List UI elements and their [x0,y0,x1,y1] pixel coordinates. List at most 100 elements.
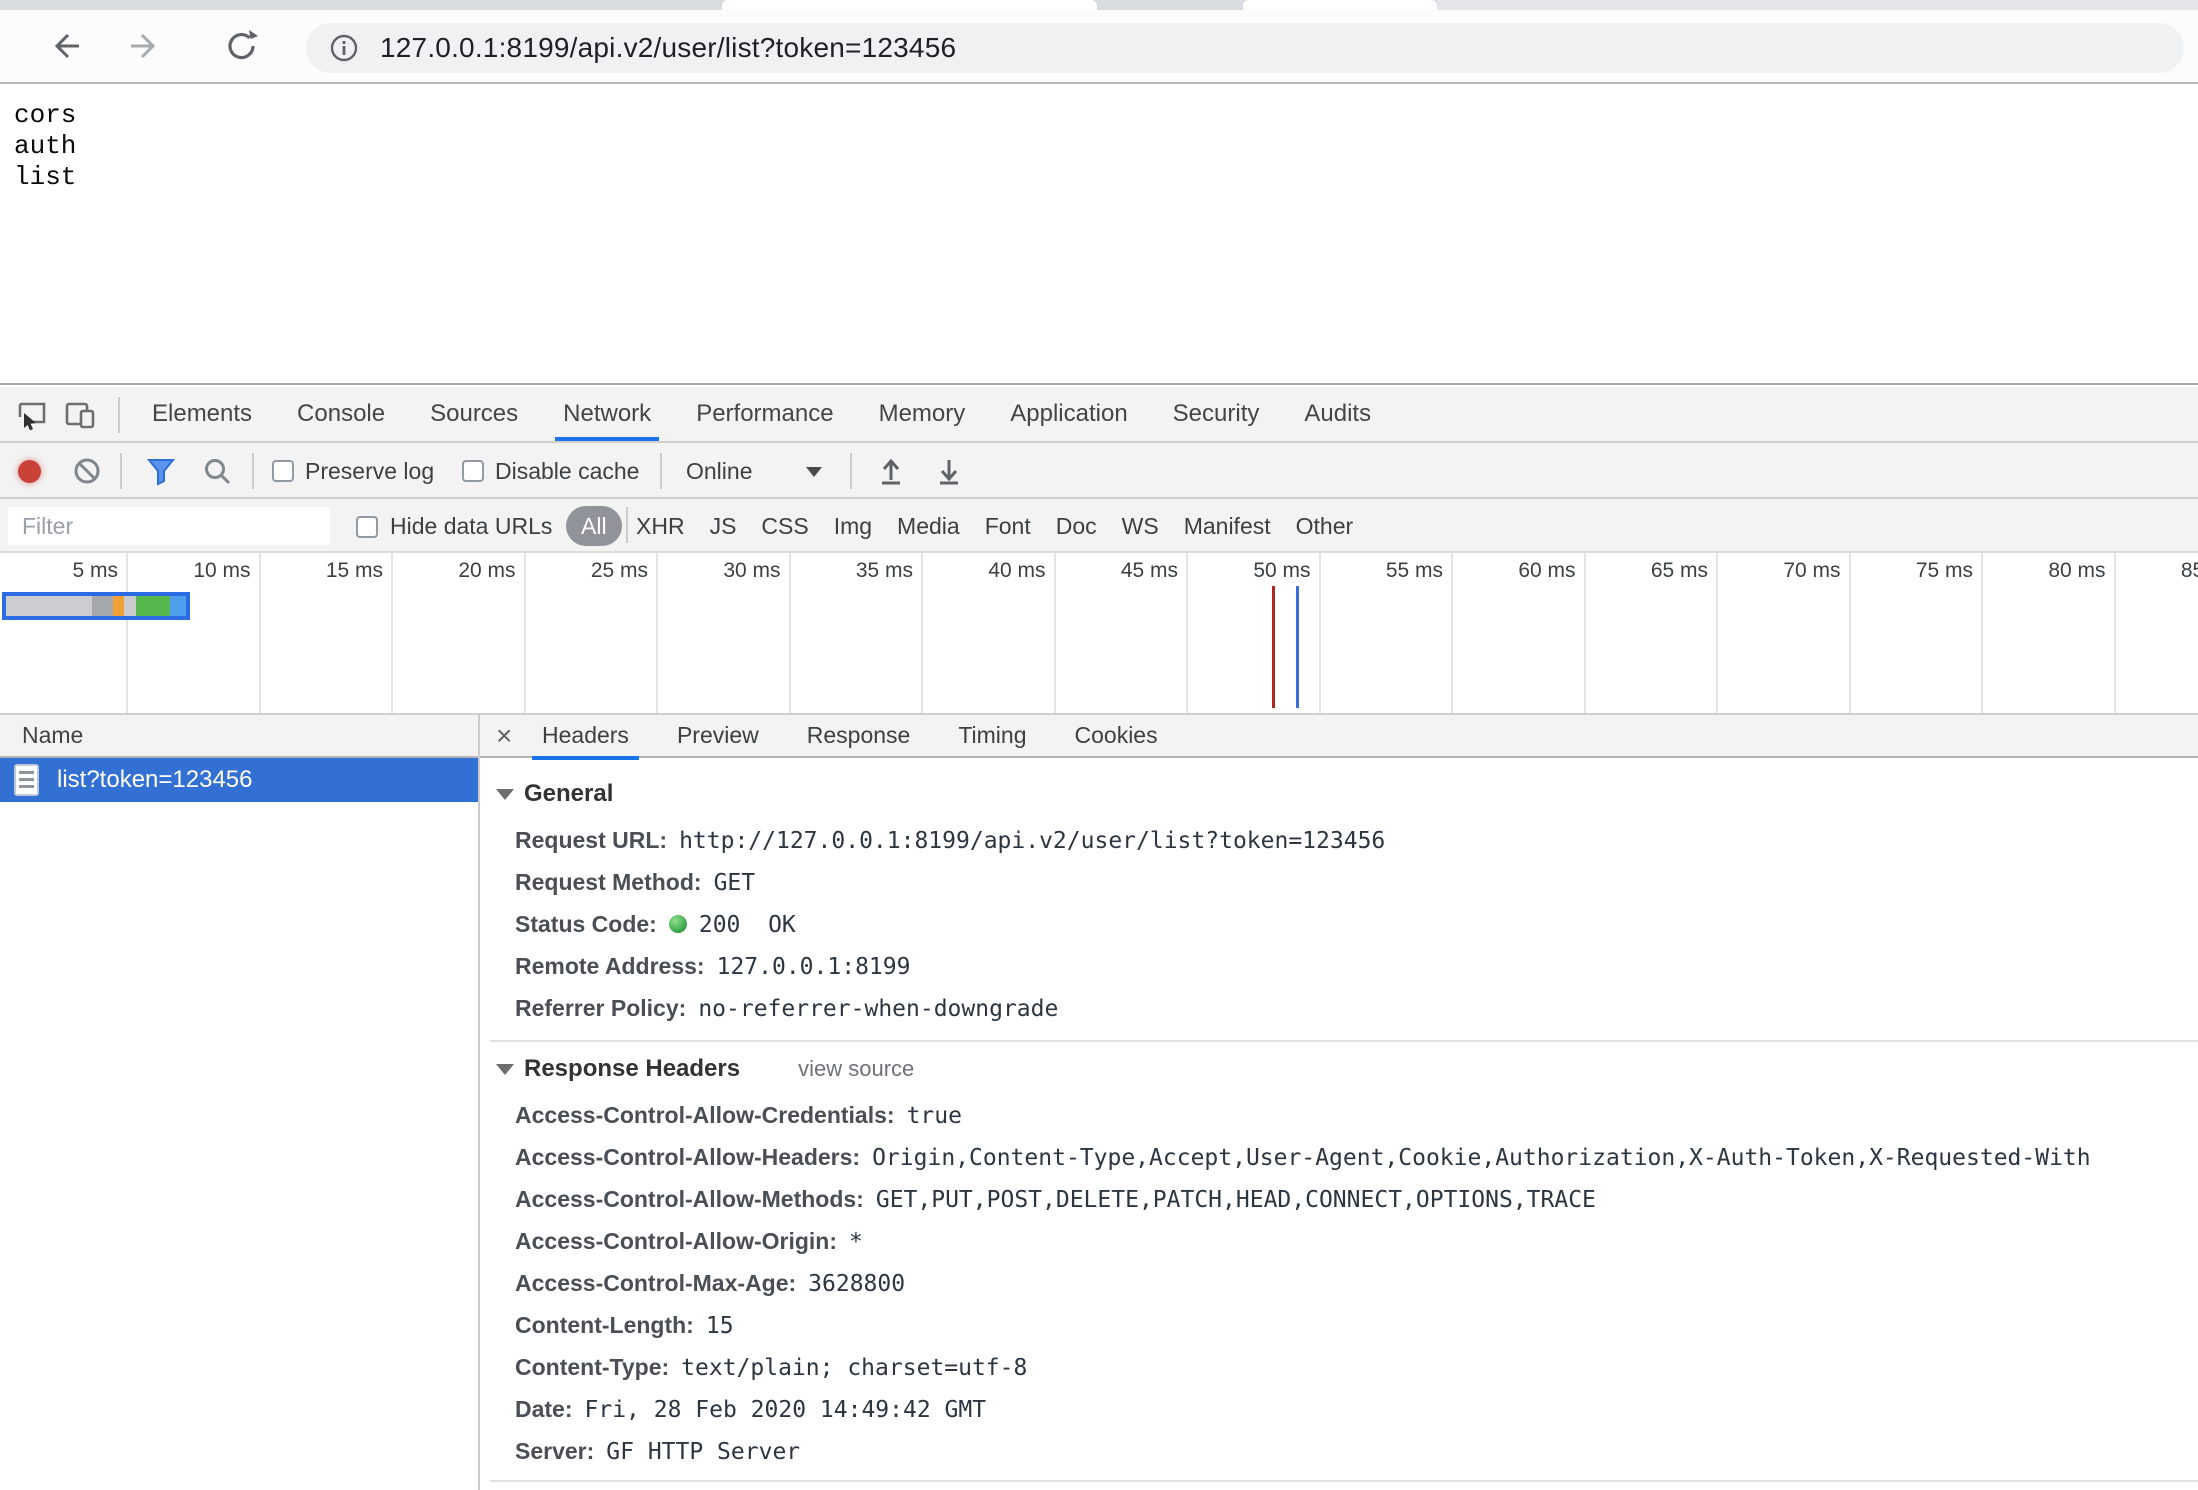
load-line [1296,586,1299,708]
filter-type-css[interactable]: CSS [761,513,808,540]
general-section-header[interactable]: General [496,774,613,814]
header-value: 3628800 [808,1271,905,1297]
disable-cache-label[interactable]: Disable cache [495,443,639,499]
clear-icon[interactable] [72,456,102,486]
tab-performance[interactable]: Performance [696,387,833,441]
chevron-down-icon[interactable] [806,467,822,477]
filter-type-media[interactable]: Media [897,513,960,540]
filter-type-other[interactable]: Other [1296,513,1354,540]
ruler-tick-label: 80 ms [1964,559,2106,583]
header-name: Access-Control-Max-Age: [515,1270,796,1296]
header-name: Server: [515,1438,594,1464]
network-filter-row: Hide data URLs All XHR JS CSS Img Media … [0,499,2198,553]
detail-tab-headers[interactable]: Headers [542,715,629,758]
ruler-tick-label: 50 ms [1169,559,1311,583]
filter-input[interactable] [8,507,330,545]
filter-type-js[interactable]: JS [710,513,737,540]
response-headers-section-title: Response Headers [524,1055,740,1083]
device-toolbar-icon[interactable] [64,399,96,431]
reload-button[interactable] [220,24,264,68]
filter-type-font[interactable]: Font [985,513,1031,540]
filter-type-img[interactable]: Img [834,513,872,540]
tab-sources[interactable]: Sources [430,387,518,441]
header-name: Access-Control-Allow-Origin: [515,1228,837,1254]
record-button[interactable] [18,460,41,483]
tab-memory[interactable]: Memory [879,387,966,441]
response-header-row: Access-Control-Allow-Origin: * [515,1220,863,1262]
active-tab-edge [722,0,1097,10]
header-name: Content-Type: [515,1354,669,1380]
close-details-icon[interactable]: × [496,715,512,756]
back-button[interactable] [42,24,86,68]
throttling-select[interactable]: Online [686,443,752,499]
detail-tab-timing[interactable]: Timing [958,715,1026,758]
search-icon[interactable] [202,456,232,486]
divider [850,453,852,489]
hide-data-urls-label[interactable]: Hide data URLs [390,499,552,553]
response-header-row: Access-Control-Max-Age: 3628800 [515,1262,905,1304]
general-row: Request Method:GET [515,861,755,903]
tab-security[interactable]: Security [1173,387,1260,441]
tab-network[interactable]: Network [563,387,651,441]
preserve-log-checkbox[interactable] [272,460,294,482]
preserve-log-label[interactable]: Preserve log [305,443,434,499]
header-name: Access-Control-Allow-Headers: [515,1144,860,1170]
reload-icon [224,28,260,64]
disable-cache-checkbox[interactable] [462,460,484,482]
waterfall-segment-stalled [92,596,113,616]
tab-audits[interactable]: Audits [1304,387,1371,441]
divider [120,453,122,489]
pane-divider[interactable] [478,713,480,1490]
page-text-line: list [14,162,2198,193]
filter-type-ws[interactable]: WS [1122,513,1159,540]
filter-type-doc[interactable]: Doc [1056,513,1097,540]
filter-type-chips: XHR JS CSS Img Media Font Doc WS Manifes… [636,499,1353,553]
triangle-down-icon [496,1064,514,1075]
filter-type-all[interactable]: All [566,506,622,546]
header-value: * [849,1229,863,1255]
ruler-tick-label: 70 ms [1699,559,1841,583]
ruler-tick-label: 65 ms [1566,559,1708,583]
import-har-icon[interactable] [876,456,906,486]
forward-button[interactable] [124,24,168,68]
triangle-down-icon [496,789,514,800]
filter-type-xhr[interactable]: XHR [636,513,685,540]
detail-tab-preview[interactable]: Preview [677,715,759,758]
general-row: Referrer Policy:no-referrer-when-downgra… [515,987,1058,1029]
hide-data-urls-checkbox[interactable] [356,516,378,538]
page-text-line: auth [14,131,2198,162]
header-value: no-referrer-when-downgrade [698,996,1058,1022]
tab-elements[interactable]: Elements [152,387,252,441]
detail-tab-response[interactable]: Response [807,715,911,758]
view-source-link[interactable]: view source [798,1056,914,1082]
name-column-header[interactable]: Name [22,715,83,756]
tab-application[interactable]: Application [1010,387,1127,441]
devtools-tabs: Elements Console Sources Network Perform… [152,387,1371,441]
export-har-icon[interactable] [934,456,964,486]
divider [252,453,254,489]
browser-tabstrip [0,0,2198,10]
response-header-row: Content-Type:text/plain; charset=utf-8 [515,1346,1027,1388]
header-value: GET,PUT,POST,DELETE,PATCH,HEAD,CONNECT,O… [876,1187,1596,1213]
request-row[interactable]: list?token=123456 [0,758,478,802]
request-grid-header: Name × Headers Preview Response Timing C… [0,713,2198,758]
detail-tab-cookies[interactable]: Cookies [1075,715,1158,758]
tab-console[interactable]: Console [297,387,385,441]
request-waterfall-bar[interactable] [2,592,190,620]
ruler-tick-label: 45 ms [1036,559,1178,583]
header-value: Origin,Content-Type,Accept,User-Agent,Co… [872,1145,2091,1171]
domcontentloaded-line [1272,586,1275,708]
ruler-tick-label: 85 ms [2096,559,2198,583]
response-header-row: Date:Fri, 28 Feb 2020 14:49:42 GMT [515,1388,986,1430]
page-info-icon[interactable] [328,32,360,64]
address-bar[interactable]: 127.0.0.1:8199/api.v2/user/list?token=12… [306,23,2184,73]
filter-type-manifest[interactable]: Manifest [1184,513,1271,540]
section-divider [490,1480,2198,1482]
header-name: Date: [515,1396,573,1422]
ruler-tick-label: 60 ms [1434,559,1576,583]
filter-icon[interactable] [146,456,176,486]
header-name: Access-Control-Allow-Credentials: [515,1102,895,1128]
response-header-row: Access-Control-Allow-Headers: Origin,Cont… [515,1136,2091,1178]
inspect-element-icon[interactable] [16,399,48,431]
response-headers-section-header[interactable]: Response Headers view source [496,1049,914,1089]
